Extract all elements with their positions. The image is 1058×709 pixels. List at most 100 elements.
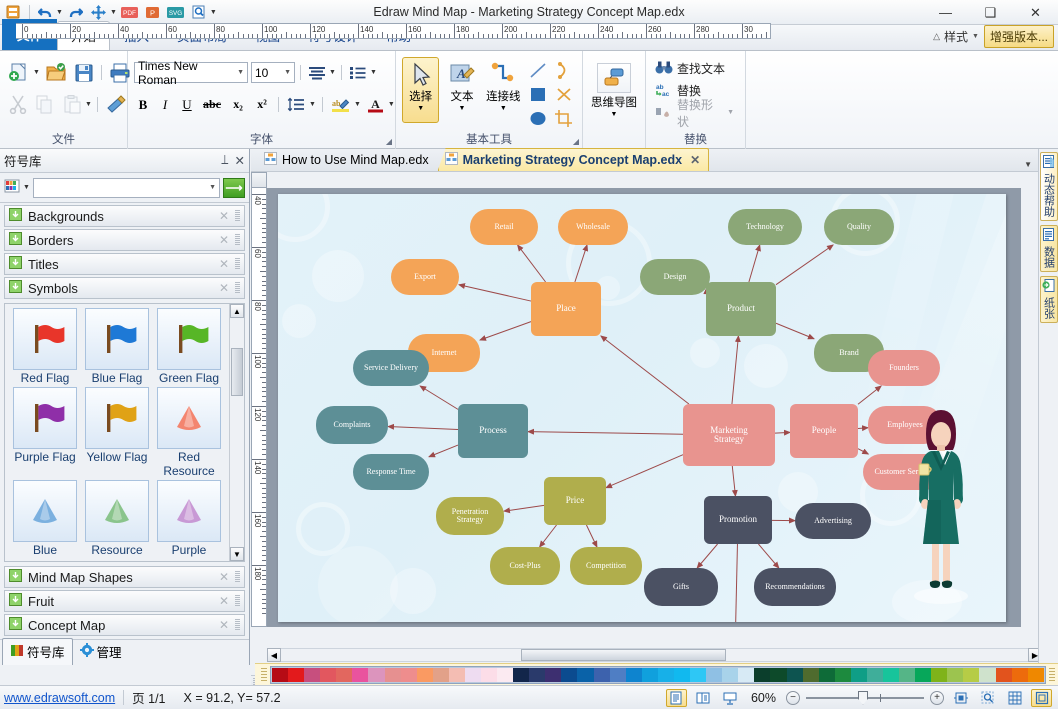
mindmap-node-servicedelivery[interactable]: Service Delivery [353,350,429,386]
library-search-input[interactable]: ▼ [33,178,220,198]
color-swatch[interactable] [787,668,803,682]
color-swatch[interactable] [754,668,770,682]
symbol-thumbnail[interactable] [157,480,221,542]
mindmap-node-promotion[interactable]: Promotion [704,496,772,544]
close-icon[interactable]: ✕ [219,257,229,271]
mindmap-button[interactable]: 思维导图 ▼ [589,59,639,129]
color-swatch[interactable] [674,668,690,682]
mindmap-node-place[interactable]: Place [531,282,601,336]
symbol-item[interactable]: Blue Flag [81,308,153,385]
strikethrough-button[interactable]: abc [200,95,224,114]
highlight-button[interactable]: ab [329,95,352,115]
document-tab-marketing-strategy[interactable]: Marketing Strategy Concept Map.edx ✕ [438,148,710,171]
customize-qat-icon[interactable]: ▼ [210,9,217,16]
document-tab-how-to-use[interactable]: How to Use Mind Map.edx [257,148,438,171]
color-swatch[interactable] [385,668,401,682]
font-color-button[interactable]: A [365,95,386,115]
mindmap-node-process[interactable]: Process [458,404,528,458]
color-swatch[interactable] [867,668,883,682]
mindmap-node-design[interactable]: Design [640,259,710,295]
chevron-down-icon[interactable]: ▼ [727,109,734,116]
scroll-up-button[interactable]: ▲ [230,304,244,318]
export-pdf-icon[interactable]: PDF [120,3,140,22]
underline-button[interactable]: U [178,95,196,115]
zoom-select-icon[interactable] [977,689,998,707]
color-swatch[interactable] [996,668,1012,682]
symbol-thumbnail[interactable] [13,480,77,542]
color-swatch[interactable] [594,668,610,682]
scroll-down-button[interactable]: ▼ [230,547,244,561]
color-swatch[interactable] [883,668,899,682]
color-swatch[interactable] [626,668,642,682]
presentation-icon[interactable] [720,689,741,707]
paste-dropdown-icon[interactable]: ▼ [85,101,92,108]
document-page[interactable]: Marketing StrategyPlaceRetailWholesaleEx… [278,194,1006,622]
color-swatch[interactable] [529,668,545,682]
color-swatch[interactable] [288,668,304,682]
close-icon[interactable]: ✕ [235,153,245,168]
drag-grip[interactable] [261,668,267,682]
pin-icon[interactable]: ⟘ [221,153,228,168]
right-tab-paper[interactable]: 纸张 [1040,276,1058,323]
color-swatch[interactable] [1012,668,1028,682]
open-button[interactable] [43,60,69,85]
line-spacing-button[interactable] [285,95,307,114]
mindmap-node-gifts[interactable]: Gifts [644,568,718,606]
full-screen-icon[interactable] [1031,689,1052,707]
line-spacing-dropdown-icon[interactable]: ▼ [309,101,316,108]
symbol-item[interactable]: Red Flag [9,308,81,385]
select-tool-button[interactable]: 选择 ▼ [402,57,439,123]
close-icon[interactable]: ✕ [219,281,229,295]
page-view-icon[interactable] [666,689,687,707]
new-dropdown-icon[interactable]: ▼ [33,69,40,76]
symbol-item[interactable]: Blue [9,480,81,557]
bold-button[interactable]: B [134,95,152,115]
redo-icon[interactable] [66,3,86,22]
color-swatch[interactable] [401,668,417,682]
subscript-button[interactable]: x₂ [228,95,248,114]
export-svg-icon[interactable]: SVG [166,3,186,22]
color-swatch[interactable] [481,668,497,682]
export-powerpoint-icon[interactable]: P [143,3,163,22]
symbol-item[interactable]: Purple [153,480,225,557]
symbol-thumbnail[interactable] [157,308,221,370]
color-swatch[interactable] [336,668,352,682]
drag-grip[interactable] [235,258,240,270]
arc-shape-button[interactable] [552,59,576,82]
scroll-thumb[interactable] [521,649,726,661]
canvas-viewport[interactable]: Marketing StrategyPlaceRetailWholesaleEx… [267,188,1021,627]
color-swatch[interactable] [561,668,577,682]
symbol-thumbnail[interactable] [85,387,149,449]
mindmap-node-price[interactable]: Price [544,477,606,525]
minimize-button[interactable]: — [923,0,968,25]
symbol-item[interactable]: Yellow Flag [81,387,153,478]
scroll-thumb[interactable] [231,348,243,396]
scroll-left-button[interactable]: ◀ [267,648,281,662]
move-icon[interactable] [89,3,109,22]
upgrade-button[interactable]: 增强版本... [984,25,1054,48]
connector-tool-button[interactable]: 连接线 ▼ [485,57,522,123]
color-swatch[interactable] [835,668,851,682]
color-swatch[interactable] [304,668,320,682]
mindmap-node-retail[interactable]: Retail [470,209,538,245]
symbol-thumbnail[interactable] [85,308,149,370]
color-swatch[interactable] [803,668,819,682]
text-tool-button[interactable]: A 文本 ▼ [443,57,480,123]
color-swatch[interactable] [947,668,963,682]
chevron-down-icon[interactable]: ▼ [417,105,424,112]
superscript-button[interactable]: x² [252,95,272,114]
mindmap-node-responsetime[interactable]: Response Time [353,454,429,490]
color-swatch[interactable] [931,668,947,682]
mindmap-node-wholesale[interactable]: Wholesale [558,209,628,245]
cut-button[interactable] [6,93,30,116]
color-swatch[interactable] [513,668,529,682]
color-swatch[interactable] [577,668,593,682]
color-swatch[interactable] [497,668,513,682]
mindmap-node-export[interactable]: Export [391,259,459,295]
chevron-down-icon[interactable]: ▼ [459,105,466,112]
library-category-mind-map-shapes[interactable]: Mind Map Shapes ✕ [4,566,245,588]
symbol-item[interactable]: Purple Flag [9,387,81,478]
close-icon[interactable]: ✕ [690,153,700,167]
bullets-dropdown-icon[interactable]: ▼ [370,69,377,76]
mindmap-node-costplus[interactable]: Cost-Plus [490,547,560,585]
